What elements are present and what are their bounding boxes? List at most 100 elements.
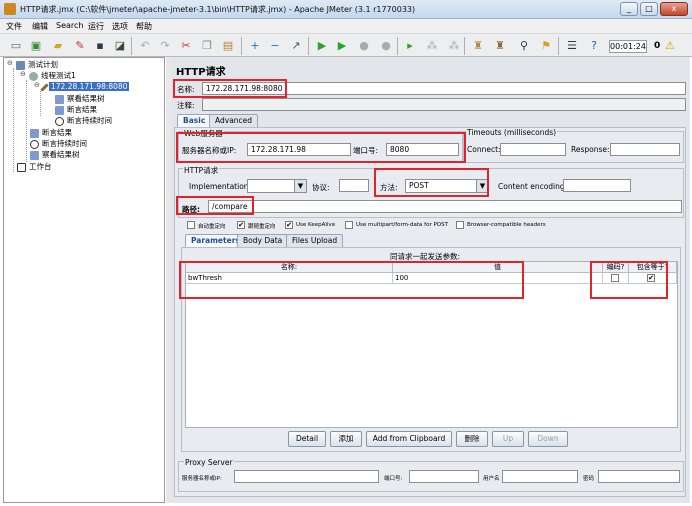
port-input[interactable]: 8080	[386, 143, 459, 156]
tree-item-duration-assertion-2[interactable]: 断言持续时间	[30, 138, 87, 149]
add-button[interactable]: 添加	[330, 431, 362, 447]
implementation-select[interactable]: ▼	[247, 179, 307, 193]
tab-files-upload[interactable]: Files Upload	[286, 234, 344, 247]
param-value-cell[interactable]: 100	[393, 273, 603, 284]
paste-icon[interactable]: ▤	[220, 38, 236, 54]
save-icon[interactable]: ▪	[92, 38, 108, 54]
workbench-icon	[17, 162, 26, 172]
tab-basic[interactable]: Basic	[177, 114, 212, 127]
menu-file[interactable]: 文件	[6, 21, 22, 32]
tree-item-workbench[interactable]: 工作台	[17, 161, 52, 172]
copy-icon[interactable]: ❐	[199, 38, 215, 54]
new-icon[interactable]: ▭	[8, 38, 24, 54]
minimize-button[interactable]: _	[620, 2, 638, 16]
server-name-input[interactable]: 172.28.171.98	[247, 143, 351, 156]
basic-tab-content: Web服务器 服务器名称或IP: 172.28.171.98 端口号: 8080…	[174, 127, 686, 497]
implementation-label: Implementation:	[189, 182, 252, 191]
redo-icon[interactable]: ↷	[157, 38, 173, 54]
proxy-password-input[interactable]	[598, 470, 680, 483]
menu-run[interactable]: 运行	[88, 21, 104, 32]
add-from-clipboard-button[interactable]: Add from Clipboard	[366, 431, 452, 447]
tree-item-thread-group[interactable]: 线程测试1	[29, 70, 76, 81]
shutdown-icon[interactable]: ●	[378, 38, 394, 54]
templates-icon[interactable]: ▣	[28, 38, 44, 54]
tree-item-view-results-2[interactable]: 察看结果树	[30, 149, 80, 160]
cut-icon[interactable]: ✂	[178, 38, 194, 54]
search-icon[interactable]: ⚲	[516, 38, 532, 54]
comment-label: 注释:	[177, 101, 195, 110]
column-header-include-equals[interactable]: 包含等于?	[629, 262, 677, 273]
param-encode-checkbox[interactable]	[611, 274, 619, 282]
toggle-icon[interactable]: ↗	[288, 38, 304, 54]
collapse-all-icon[interactable]: −	[267, 38, 283, 54]
tree-toggle-icon[interactable]: ⊖	[34, 81, 40, 89]
open-icon[interactable]: ▰	[50, 38, 66, 54]
start-no-pauses-icon[interactable]: ▶	[334, 38, 350, 54]
keepalive-checkbox[interactable]: ✔	[285, 221, 293, 229]
delete-button[interactable]: 删除	[456, 431, 488, 447]
tree-item-duration-assertion[interactable]: 断言持续时间	[55, 115, 112, 126]
method-select[interactable]: POST ▼	[405, 179, 489, 193]
auto-redirect-checkbox[interactable]	[187, 221, 195, 229]
menu-help[interactable]: 帮助	[136, 21, 152, 32]
path-input[interactable]: /compare	[208, 200, 682, 213]
tab-body-data[interactable]: Body Data	[237, 234, 289, 247]
tab-advanced[interactable]: Advanced	[209, 114, 259, 127]
tree-item-assertion-results[interactable]: 断言结果	[55, 104, 97, 115]
listener-icon	[55, 105, 64, 115]
remote-exit-icon[interactable]: ⁂	[446, 38, 462, 54]
menu-search[interactable]: Search	[56, 21, 83, 30]
expand-all-icon[interactable]: +	[247, 38, 263, 54]
clear-all-icon[interactable]: ♜	[492, 38, 508, 54]
proxy-port-input[interactable]	[409, 470, 479, 483]
follow-redirect-checkbox[interactable]: ✔	[237, 221, 245, 229]
protocol-input[interactable]	[339, 179, 369, 192]
down-button[interactable]: Down	[528, 431, 568, 447]
proxy-server-input[interactable]	[234, 470, 379, 483]
connect-timeout-input[interactable]	[500, 143, 566, 156]
save-as-icon[interactable]: ◪	[112, 38, 128, 54]
tree-item-test-plan[interactable]: 测试计划	[16, 59, 58, 70]
warning-icon[interactable]: ⚠	[662, 38, 678, 54]
column-header-value[interactable]: 值	[393, 262, 603, 273]
multipart-checkbox[interactable]	[345, 221, 353, 229]
param-encode-cell[interactable]	[603, 273, 629, 284]
detail-button[interactable]: Detail	[288, 431, 326, 447]
tree-toggle-icon[interactable]: ⊖	[7, 59, 13, 67]
param-include-equals-cell[interactable]: ✔	[629, 273, 677, 284]
remote-stop-icon[interactable]: ⁂	[424, 38, 440, 54]
menu-options[interactable]: 选项	[112, 21, 128, 32]
clear-icon[interactable]: ♜	[470, 38, 486, 54]
proxy-server-group-title: Proxy Server	[184, 458, 234, 467]
help-icon[interactable]: ?	[586, 38, 602, 54]
param-name-cell[interactable]: bwThresh	[186, 273, 393, 284]
chevron-down-icon: ▼	[294, 180, 306, 192]
tree-toggle-icon[interactable]: ⊖	[20, 70, 26, 78]
browser-headers-checkbox[interactable]	[456, 221, 464, 229]
column-header-encode[interactable]: 编码?	[603, 262, 629, 273]
param-include-equals-checkbox[interactable]: ✔	[647, 274, 655, 282]
proxy-user-input[interactable]	[502, 470, 578, 483]
maximize-button[interactable]: □	[640, 2, 658, 16]
comment-input[interactable]	[202, 98, 686, 111]
remote-start-icon[interactable]: ▸	[402, 38, 418, 54]
jmeter-app-icon	[4, 3, 16, 15]
response-timeout-input[interactable]	[610, 143, 680, 156]
content-encoding-input[interactable]	[563, 179, 631, 192]
undo-icon[interactable]: ↶	[137, 38, 153, 54]
close-button[interactable]: x	[660, 2, 688, 16]
name-input[interactable]: 172.28.171.98:8080	[202, 82, 686, 95]
content-encoding-label: Content encoding:	[498, 182, 568, 191]
menu-edit[interactable]: 编辑	[32, 21, 48, 32]
tree-item-assertion-results-2[interactable]: 断言结果	[30, 127, 72, 138]
open-recent-icon[interactable]: ✎	[72, 38, 88, 54]
up-button[interactable]: Up	[492, 431, 524, 447]
stop-icon[interactable]: ●	[356, 38, 372, 54]
port-label: 端口号:	[353, 146, 379, 155]
reset-search-icon[interactable]: ⚑	[538, 38, 554, 54]
start-icon[interactable]: ▶	[314, 38, 330, 54]
function-helper-icon[interactable]: ☰	[564, 38, 580, 54]
column-header-name[interactable]: 名称:	[186, 262, 393, 273]
tree-item-view-results[interactable]: 察看结果树	[55, 93, 105, 104]
tree-item-http-request[interactable]: 172.28.171.98:8080	[40, 81, 130, 92]
